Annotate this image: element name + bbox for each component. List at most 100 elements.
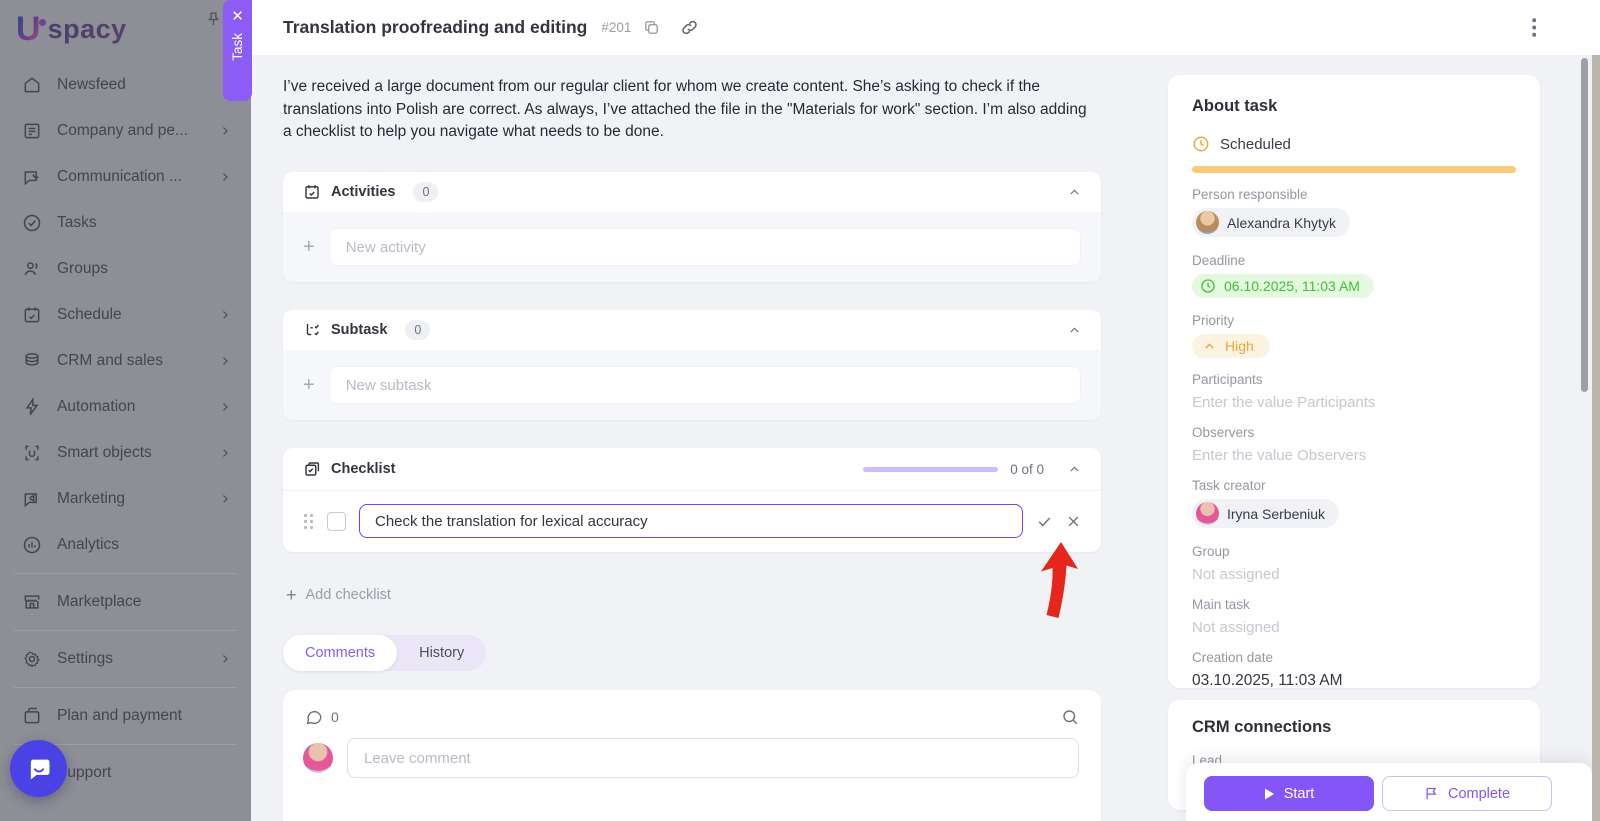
start-button[interactable]: Start	[1204, 776, 1374, 811]
chevron-up-icon[interactable]	[1068, 463, 1081, 476]
task-creator-chip[interactable]: Iryna Serbeniuk	[1192, 499, 1340, 528]
chevron-right-icon	[219, 171, 231, 183]
logo-dot-icon	[38, 18, 46, 26]
more-options-icon[interactable]	[1531, 18, 1537, 37]
sidebar-item-label: Marketplace	[57, 593, 142, 610]
priority-value: High	[1225, 338, 1254, 354]
task-side-tab[interactable]: ✕ Task	[223, 0, 252, 101]
plus-icon: +	[286, 585, 297, 605]
activities-count-badge: 0	[413, 182, 439, 202]
sidebar-item-tasks[interactable]: Tasks	[0, 200, 251, 246]
sidebar-item-settings[interactable]: Settings	[0, 636, 251, 682]
marketplace-icon	[22, 592, 42, 612]
add-checklist-button[interactable]: + Add checklist	[286, 586, 391, 604]
deadline-chip[interactable]: 06.10.2025, 11:03 AM	[1192, 274, 1374, 298]
activities-header[interactable]: Activities 0	[283, 172, 1101, 212]
search-icon[interactable]	[1061, 708, 1079, 726]
sidebar-item-plan-payment[interactable]: Plan and payment	[0, 693, 251, 739]
sidebar-item-label: Automation	[57, 398, 136, 415]
confirm-check-icon[interactable]	[1036, 513, 1053, 530]
cancel-x-icon[interactable]	[1066, 514, 1081, 529]
newsfeed-icon	[22, 75, 42, 95]
checklist-header[interactable]: Checklist 0 of 0	[283, 448, 1101, 491]
task-description: I’ve received a large document from our …	[283, 78, 1087, 140]
task-creator-value: Iryna Serbeniuk	[1227, 505, 1326, 522]
settings-icon	[22, 649, 42, 669]
sidebar-divider	[14, 687, 237, 688]
checklist-icon	[303, 460, 321, 478]
sidebar-item-communication[interactable]: Communication ...	[0, 154, 251, 200]
task-creator-label: Task creator	[1192, 478, 1266, 493]
sidebar-item-automation[interactable]: Automation	[0, 384, 251, 430]
pin-icon[interactable]	[204, 10, 223, 29]
page-title: Translation proofreading and editing	[283, 17, 588, 37]
priority-label: Priority	[1192, 313, 1235, 328]
link-icon[interactable]	[680, 18, 699, 37]
checklist-title: Checklist	[331, 461, 396, 477]
copy-icon[interactable]	[643, 19, 660, 36]
task-id: #201	[601, 20, 632, 35]
scrollbar-thumb[interactable]	[1581, 58, 1588, 392]
tab-comments[interactable]: Comments	[283, 635, 398, 671]
sidebar-item-newsfeed[interactable]: Newsfeed	[0, 62, 251, 108]
sidebar-item-analytics[interactable]: Analytics	[0, 522, 251, 568]
avatar	[1196, 211, 1219, 234]
comment-compose	[283, 726, 1101, 778]
start-label: Start	[1283, 785, 1315, 802]
uspacy-logo[interactable]: U spacy	[16, 8, 127, 50]
sidebar-item-schedule[interactable]: Schedule	[0, 292, 251, 338]
priority-chip[interactable]: High	[1192, 334, 1270, 358]
checklist-item-row	[303, 504, 1081, 538]
leave-comment-input[interactable]	[347, 738, 1079, 778]
sidebar-nav: Newsfeed Company and pe... Communication…	[0, 62, 251, 796]
checklist-item-input[interactable]	[359, 504, 1023, 538]
status-clock-icon	[1192, 135, 1210, 153]
participants-label: Participants	[1192, 372, 1263, 387]
marketing-icon	[22, 489, 42, 509]
plus-icon[interactable]: +	[303, 237, 315, 257]
sidebar-item-label: Settings	[57, 650, 114, 667]
chevron-right-icon	[219, 493, 231, 505]
new-activity-input[interactable]	[328, 228, 1081, 266]
person-responsible-chip[interactable]: Alexandra Khytyk	[1192, 208, 1350, 237]
chevron-up-icon[interactable]	[1068, 186, 1081, 199]
deadline-value: 06.10.2025, 11:03 AM	[1224, 278, 1360, 294]
chat-bubble-icon	[25, 755, 53, 783]
sidebar-item-label: Schedule	[57, 306, 122, 323]
sidebar-item-label: Company and pe...	[57, 122, 188, 139]
comments-history-tabs: Comments History	[283, 635, 487, 671]
task-status[interactable]: Scheduled	[1192, 135, 1516, 153]
tab-history[interactable]: History	[397, 635, 486, 671]
smart-objects-icon	[22, 443, 42, 463]
sidebar-item-company[interactable]: Company and pe...	[0, 108, 251, 154]
person-responsible-label: Person responsible	[1192, 187, 1308, 202]
new-subtask-input[interactable]	[328, 366, 1081, 404]
logo-letter: U	[16, 10, 41, 48]
sidebar-item-crm[interactable]: CRM and sales	[0, 338, 251, 384]
complete-button[interactable]: Complete	[1382, 776, 1552, 811]
sidebar-item-marketplace[interactable]: Marketplace	[0, 579, 251, 625]
chevron-up-icon[interactable]	[1068, 324, 1081, 337]
checklist-item-checkbox[interactable]	[327, 511, 346, 531]
chevron-right-icon	[219, 653, 231, 665]
sidebar-item-label: Plan and payment	[57, 707, 182, 724]
crm-icon	[22, 351, 42, 371]
main-task-value[interactable]: Not assigned	[1192, 619, 1516, 636]
sidebar-item-label: Tasks	[57, 214, 97, 231]
company-icon	[22, 121, 42, 141]
sidebar-item-groups[interactable]: Groups	[0, 246, 251, 292]
plus-icon[interactable]: +	[303, 375, 315, 395]
comments-panel: 0	[283, 690, 1101, 821]
deadline-clock-icon	[1200, 278, 1216, 294]
group-value[interactable]: Not assigned	[1192, 566, 1516, 583]
subtask-header[interactable]: Subtask 0	[283, 310, 1101, 350]
checklist-progress-bar	[863, 466, 999, 472]
observers-placeholder[interactable]: Enter the value Observers	[1192, 447, 1516, 464]
sidebar-item-smart-objects[interactable]: Smart objects	[0, 430, 251, 476]
participants-placeholder[interactable]: Enter the value Participants	[1192, 394, 1516, 411]
support-chat-button[interactable]	[10, 740, 67, 797]
drag-handle-icon[interactable]	[303, 513, 314, 530]
close-icon[interactable]: ✕	[231, 9, 244, 24]
sidebar: U spacy Newsfeed Company and pe... Commu…	[0, 0, 251, 821]
sidebar-item-marketing[interactable]: Marketing	[0, 476, 251, 522]
